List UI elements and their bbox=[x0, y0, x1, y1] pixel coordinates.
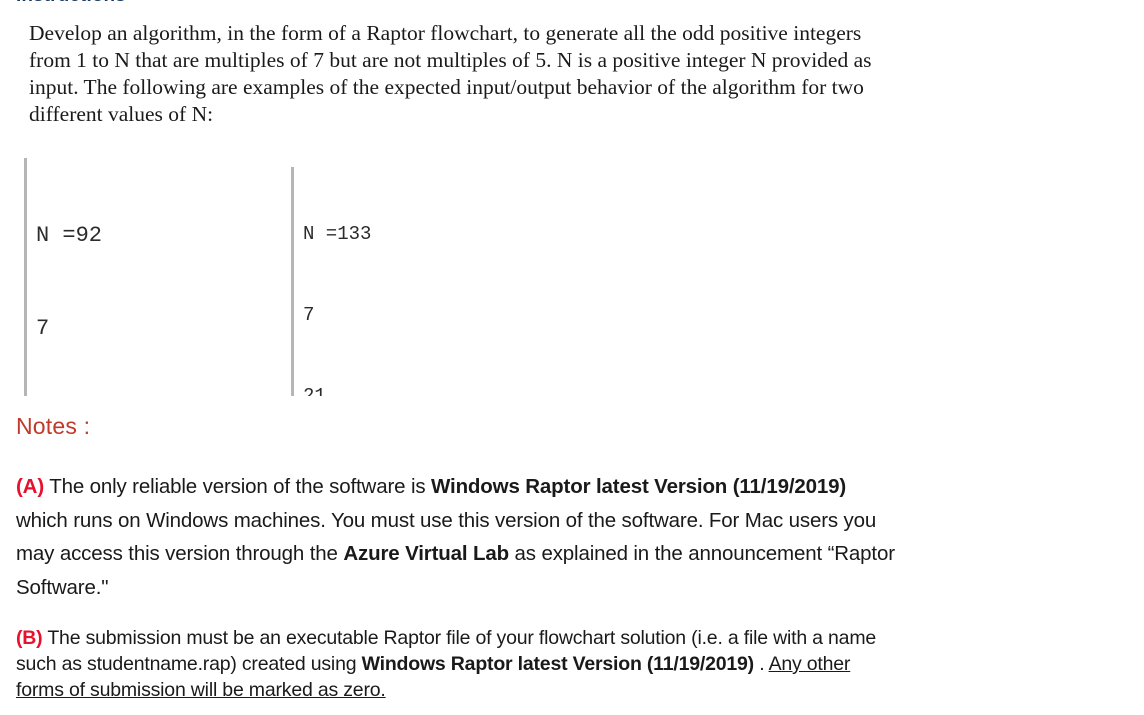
note-a-marker: (A) bbox=[16, 475, 45, 498]
note-b-text-2: . bbox=[753, 653, 769, 675]
page-title: Instructions bbox=[16, 0, 416, 7]
instructions-paragraph: Develop an algorithm, in the form of a R… bbox=[29, 21, 872, 126]
sample-right-value: 7 bbox=[303, 304, 315, 326]
sample-block-right: N =133 7 21 49 63 77 91 119 bbox=[291, 167, 371, 396]
sample-left-header: N =92 bbox=[36, 223, 103, 248]
sample-left-value: 7 bbox=[36, 316, 50, 341]
note-a-bold-azure-lab: Azure Virtual Lab bbox=[343, 542, 509, 565]
sample-output-blocks: N =92 7 21 49 63 77 91 N =133 7 21 49 63… bbox=[0, 148, 1144, 396]
notes-heading: Notes : bbox=[16, 413, 91, 439]
sample-block-left: N =92 7 21 49 63 77 91 bbox=[24, 158, 102, 396]
note-b-marker: (B) bbox=[16, 627, 43, 649]
note-a-text-1: The only reliable version of the softwar… bbox=[44, 475, 431, 498]
note-b: (B) The submission must be an executable… bbox=[16, 625, 901, 703]
sample-right-value: 21 bbox=[303, 385, 326, 396]
note-a: (A) The only reliable version of the sof… bbox=[16, 470, 896, 604]
page-heading-clipped: Instructions bbox=[16, 0, 416, 7]
note-b-bold-version: Windows Raptor latest Version (11/19/201… bbox=[361, 653, 755, 675]
note-a-bold-version: Windows Raptor latest Version (11/19/201… bbox=[431, 475, 847, 498]
sample-right-header: N =133 bbox=[303, 223, 372, 245]
